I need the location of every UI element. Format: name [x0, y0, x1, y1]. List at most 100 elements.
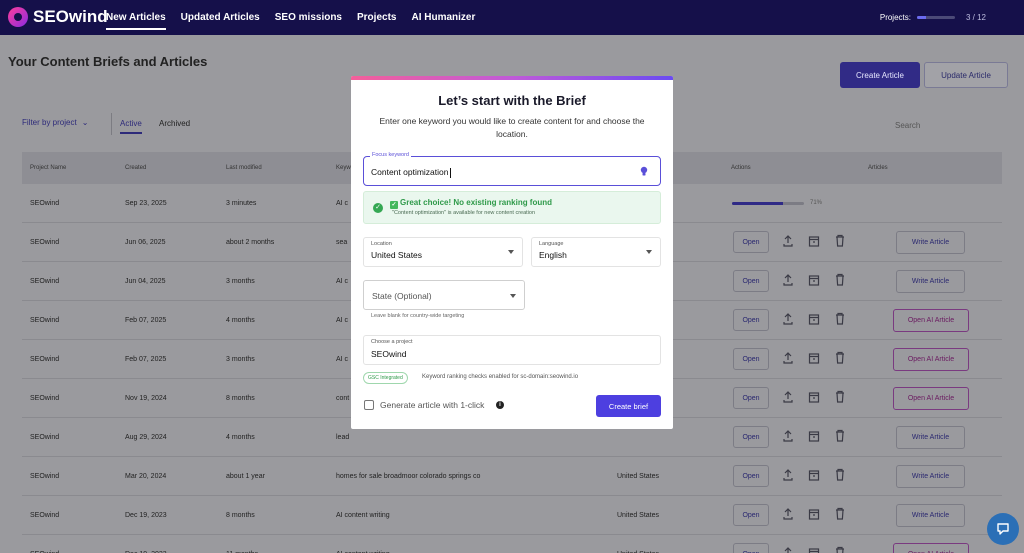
- nav-updated-articles[interactable]: Updated Articles: [181, 0, 260, 35]
- open-button[interactable]: Open: [733, 543, 769, 553]
- write-article-button[interactable]: Write Article: [896, 231, 965, 254]
- upload-icon[interactable]: [782, 468, 794, 482]
- tab-active[interactable]: Active: [120, 119, 142, 134]
- archive-icon[interactable]: [808, 234, 820, 248]
- project-select[interactable]: Choose a project SEOwind: [363, 335, 661, 365]
- upload-icon[interactable]: [782, 429, 794, 443]
- focus-keyword-input[interactable]: Content optimization: [371, 167, 451, 178]
- open-ai-article-button[interactable]: Open AI Article: [893, 309, 969, 332]
- create-article-button[interactable]: Create Article: [840, 62, 920, 88]
- cell-location: United States: [617, 512, 660, 519]
- write-article-button[interactable]: Write Article: [896, 465, 965, 488]
- upload-icon[interactable]: [782, 312, 794, 326]
- archive-icon[interactable]: [808, 546, 820, 553]
- trash-icon[interactable]: [834, 312, 846, 326]
- cell-created: Feb 07, 2025: [125, 317, 167, 324]
- location-select[interactable]: Location United States: [363, 237, 523, 267]
- upload-icon[interactable]: [782, 390, 794, 404]
- project-value: SEOwind: [371, 349, 407, 359]
- chat-button[interactable]: [987, 513, 1019, 545]
- cell-project: SEOwind: [30, 278, 60, 285]
- cell-modified: about 1 year: [226, 473, 265, 480]
- table-row: SEOwind Mar 20, 2024 about 1 year homes for…: [22, 457, 1002, 496]
- modal-subtitle: Enter one keyword you would like to crea…: [379, 116, 645, 139]
- cell-project: SEOwind: [30, 200, 60, 207]
- open-button[interactable]: Open: [733, 465, 769, 487]
- state-select[interactable]: State (Optional): [363, 280, 525, 310]
- progress-bar: [732, 201, 804, 205]
- trash-icon[interactable]: [834, 507, 846, 521]
- trash-icon[interactable]: [834, 429, 846, 443]
- open-button[interactable]: Open: [733, 309, 769, 331]
- trash-icon[interactable]: [834, 468, 846, 482]
- upload-icon[interactable]: [782, 546, 794, 553]
- language-select[interactable]: Language English: [531, 237, 661, 267]
- create-brief-button[interactable]: Create brief: [596, 395, 661, 417]
- modal-title: Let’s start with the Brief: [438, 93, 586, 108]
- focus-keyword-field[interactable]: Focus keyword Content optimization: [363, 152, 661, 186]
- trash-icon[interactable]: [834, 351, 846, 365]
- open-ai-article-button[interactable]: Open AI Article: [893, 348, 969, 371]
- cell-project: SEOwind: [30, 395, 60, 402]
- progress-label: 71%: [810, 200, 823, 206]
- archive-icon[interactable]: [808, 429, 820, 443]
- open-button[interactable]: Open: [733, 504, 769, 526]
- cell-keyword: AI c: [336, 200, 349, 207]
- header-created: Created: [125, 165, 147, 171]
- archive-icon[interactable]: [808, 273, 820, 287]
- cell-project: SEOwind: [30, 317, 60, 324]
- lightbulb-icon[interactable]: [640, 166, 648, 177]
- state-placeholder: State (Optional): [372, 291, 432, 301]
- archive-icon[interactable]: [808, 390, 820, 404]
- open-button[interactable]: Open: [733, 426, 769, 448]
- upload-icon[interactable]: [782, 234, 794, 248]
- write-article-button[interactable]: Write Article: [896, 270, 965, 293]
- tab-archived[interactable]: Archived: [159, 119, 190, 128]
- write-article-button[interactable]: Write Article: [896, 504, 965, 527]
- state-help-text: Leave blank for country-wide targeting: [371, 313, 465, 319]
- trash-icon[interactable]: [834, 234, 846, 248]
- cell-created: Sep 23, 2025: [125, 200, 167, 207]
- open-button[interactable]: Open: [733, 231, 769, 253]
- nav-projects[interactable]: Projects: [357, 0, 396, 35]
- keyword-success-notice: ✓ ✓ Great choice! No existing ranking fou…: [363, 191, 661, 224]
- write-article-button[interactable]: Write Article: [896, 426, 965, 449]
- open-button[interactable]: Open: [733, 270, 769, 292]
- trash-icon[interactable]: [834, 390, 846, 404]
- check-circle-icon: ✓: [373, 203, 383, 213]
- chat-icon: [997, 523, 1009, 535]
- cell-modified: 3 months: [226, 278, 255, 285]
- search-input[interactable]: Search: [895, 121, 920, 130]
- archive-icon[interactable]: [808, 468, 820, 482]
- cell-keyword: cont: [336, 395, 350, 402]
- nav-new-articles[interactable]: New Articles: [106, 0, 166, 35]
- upload-icon[interactable]: [782, 351, 794, 365]
- generate-article-label[interactable]: Generate article with 1-click: [380, 400, 484, 410]
- trash-icon[interactable]: [834, 273, 846, 287]
- cell-modified: 8 months: [226, 395, 255, 402]
- archive-icon[interactable]: [808, 312, 820, 326]
- open-ai-article-button[interactable]: Open AI Article: [893, 543, 969, 553]
- projects-label: Projects:: [879, 13, 911, 22]
- archive-icon[interactable]: [808, 507, 820, 521]
- filter-by-project[interactable]: Filter by project ⌄: [22, 118, 88, 127]
- generate-article-checkbox[interactable]: [364, 400, 374, 410]
- nav-seo-missions[interactable]: SEO missions: [275, 0, 342, 35]
- cell-keyword: AI content writing: [336, 512, 390, 519]
- open-button[interactable]: Open: [733, 387, 769, 409]
- header-project-name: Project Name: [30, 165, 67, 171]
- info-icon[interactable]: i: [496, 401, 504, 409]
- logo[interactable]: SEOwind: [8, 7, 108, 27]
- trash-icon[interactable]: [834, 546, 846, 553]
- open-button[interactable]: Open: [733, 348, 769, 370]
- upload-icon[interactable]: [782, 273, 794, 287]
- cell-project: SEOwind: [30, 434, 60, 441]
- archive-icon[interactable]: [808, 351, 820, 365]
- dropdown-arrow-icon: [508, 250, 514, 254]
- header-articles: Articles: [868, 165, 888, 171]
- projects-count: 3 / 12: [965, 13, 986, 22]
- upload-icon[interactable]: [782, 507, 794, 521]
- open-ai-article-button[interactable]: Open AI Article: [893, 387, 969, 410]
- nav-ai-humanizer[interactable]: AI Humanizer: [411, 0, 475, 35]
- update-article-button[interactable]: Update Article: [924, 62, 1008, 88]
